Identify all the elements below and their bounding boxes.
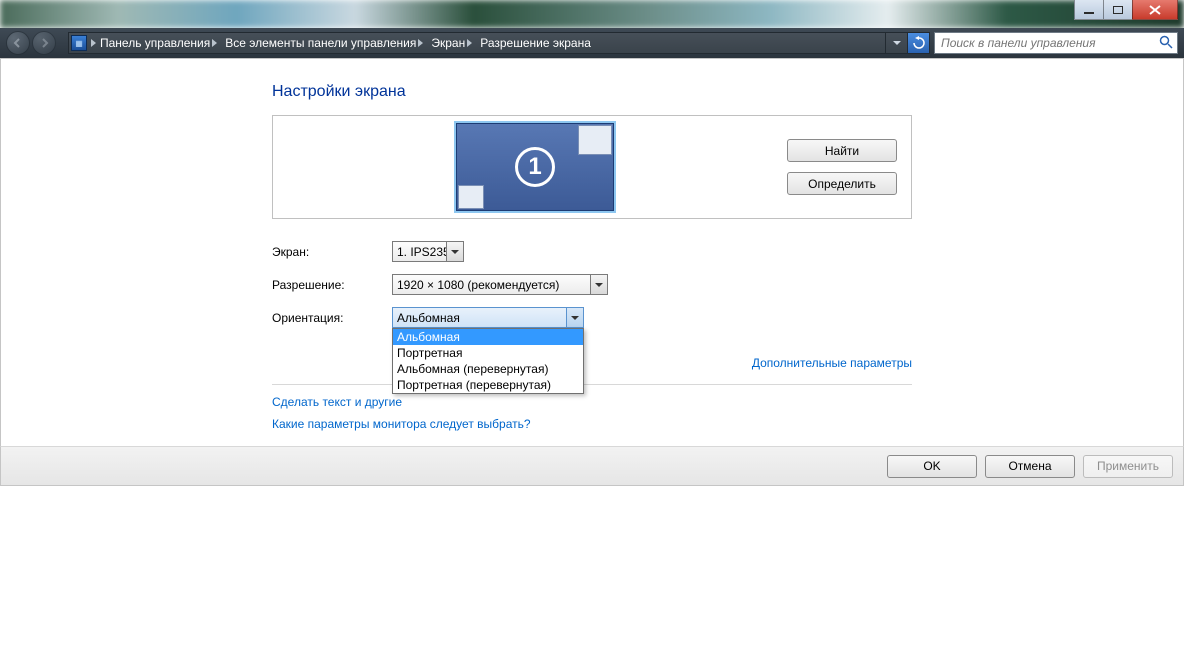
nav-forward-button[interactable] (32, 31, 56, 55)
refresh-button[interactable] (907, 33, 929, 53)
preview-window-decoration (458, 185, 484, 209)
breadcrumb-control-panel[interactable]: Панель управления (96, 36, 221, 50)
orientation-option-portrait[interactable]: Портретная (393, 345, 583, 361)
address-bar[interactable]: ▦ Панель управления Все элементы панели … (68, 32, 930, 54)
orientation-select-value: Альбомная (397, 311, 460, 325)
breadcrumb-label: Все элементы панели управления (225, 36, 416, 50)
nav-back-button[interactable] (6, 31, 30, 55)
breadcrumb-label: Панель управления (100, 36, 210, 50)
resolution-select[interactable]: 1920 × 1080 (рекомендуется) (392, 274, 608, 295)
explorer-toolbar: ▦ Панель управления Все элементы панели … (0, 28, 1184, 58)
chevron-down-icon (566, 308, 583, 327)
dialog-button-bar: OK Отмена Применить (0, 446, 1184, 486)
display-preview-box: 1 Найти Определить (272, 115, 912, 219)
chevron-down-icon (590, 275, 607, 294)
resolution-label: Разрешение: (272, 278, 392, 292)
display-select-value: 1. IPS235 (397, 245, 450, 259)
search-box[interactable] (934, 32, 1178, 54)
breadcrumb-display[interactable]: Экран (427, 36, 476, 50)
monitor-preview[interactable]: 1 (454, 121, 616, 213)
which-settings-help-link[interactable]: Какие параметры монитора следует выбрать… (272, 417, 912, 431)
address-bar-history-dropdown[interactable] (885, 33, 907, 53)
text-scaling-link[interactable]: Сделать текст и другие (272, 395, 912, 409)
orientation-dropdown-list: Альбомная Портретная Альбомная (переверн… (392, 328, 584, 394)
display-label: Экран: (272, 245, 392, 259)
chevron-down-icon (446, 242, 463, 261)
breadcrumb-separator-icon (418, 39, 423, 47)
resolution-select-value: 1920 × 1080 (рекомендуется) (397, 278, 559, 292)
breadcrumb-screen-resolution[interactable]: Разрешение экрана (476, 36, 595, 50)
maximize-button[interactable] (1103, 0, 1133, 20)
breadcrumb-separator-icon (91, 39, 96, 47)
apply-button: Применить (1083, 455, 1173, 478)
ok-button[interactable]: OK (887, 455, 977, 478)
advanced-settings-link[interactable]: Дополнительные параметры (752, 356, 912, 370)
close-button[interactable] (1132, 0, 1178, 20)
identify-displays-button[interactable]: Определить (787, 172, 897, 195)
control-panel-icon: ▦ (71, 35, 87, 51)
search-input[interactable] (939, 35, 1159, 51)
orientation-label: Ориентация: (272, 311, 392, 325)
cancel-button[interactable]: Отмена (985, 455, 1075, 478)
orientation-select[interactable]: Альбомная (392, 307, 584, 328)
display-number-badge: 1 (515, 147, 555, 187)
breadcrumb-separator-icon (212, 39, 217, 47)
breadcrumb-label: Разрешение экрана (480, 36, 591, 50)
breadcrumb-all-items[interactable]: Все элементы панели управления (221, 36, 427, 50)
preview-window-decoration (578, 125, 612, 155)
window-caption-buttons (1075, 0, 1178, 20)
minimize-button[interactable] (1074, 0, 1104, 20)
orientation-option-landscape-flipped[interactable]: Альбомная (перевернутая) (393, 361, 583, 377)
detect-displays-button[interactable]: Найти (787, 139, 897, 162)
orientation-option-landscape[interactable]: Альбомная (393, 329, 583, 345)
search-icon (1159, 35, 1173, 52)
orientation-option-portrait-flipped[interactable]: Портретная (перевернутая) (393, 377, 583, 393)
desktop-background-strip (0, 0, 1184, 28)
breadcrumb-separator-icon (467, 39, 472, 47)
content-pane: Настройки экрана 1 Найти Определить Экра… (0, 58, 1184, 446)
display-select[interactable]: 1. IPS235 (392, 241, 464, 262)
page-title: Настройки экрана (272, 83, 912, 101)
breadcrumb-label: Экран (431, 36, 465, 50)
